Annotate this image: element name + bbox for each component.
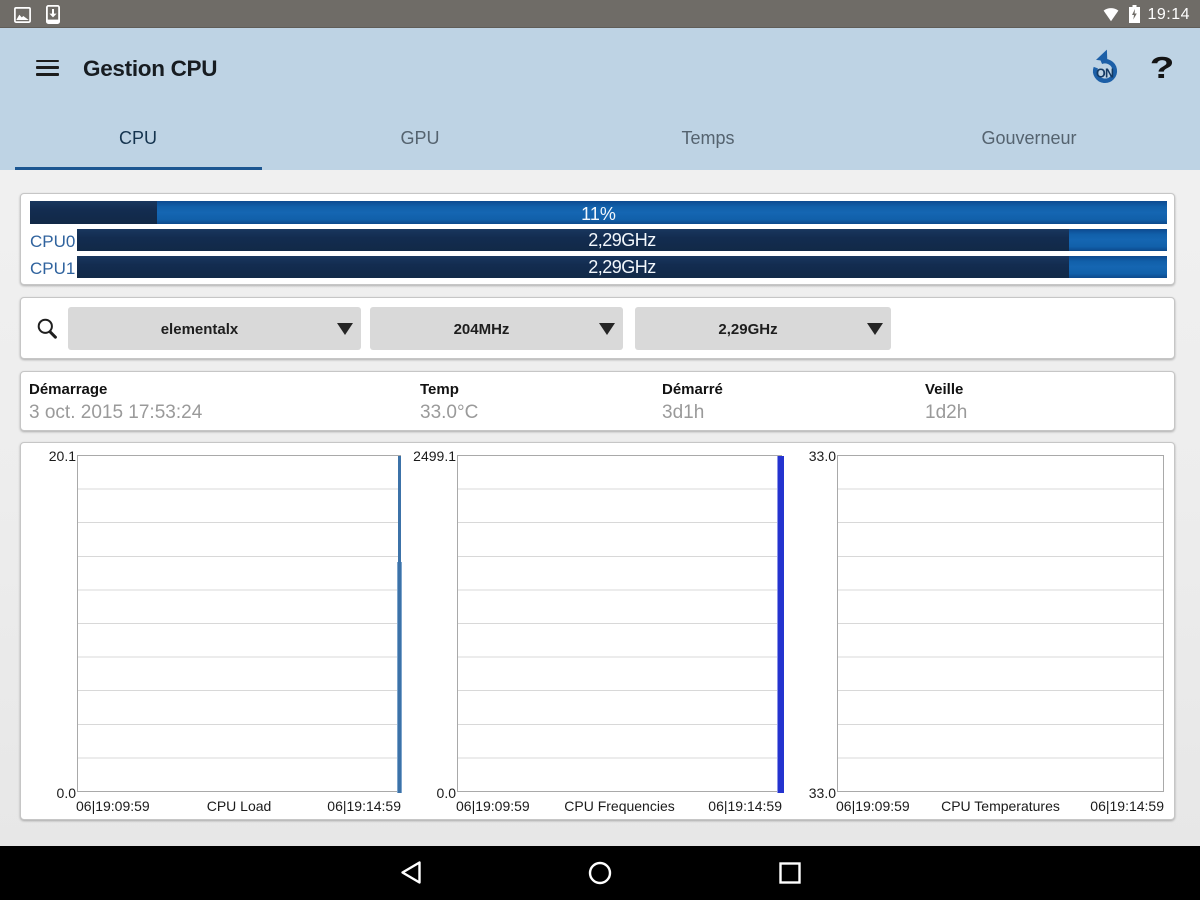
svg-text:ON: ON	[1096, 66, 1114, 80]
